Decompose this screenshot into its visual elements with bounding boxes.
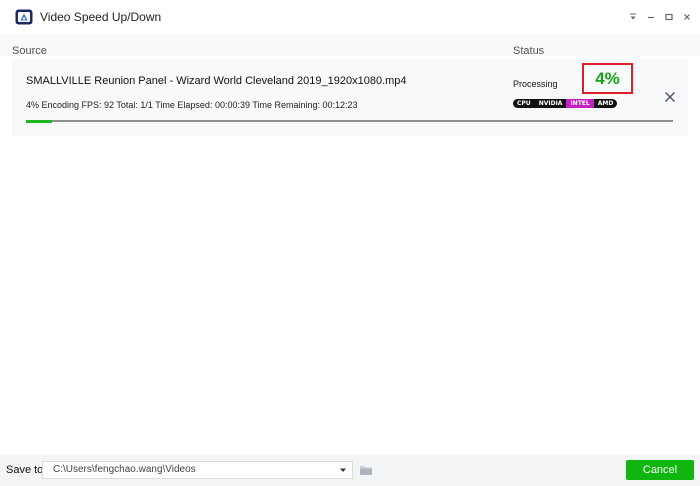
task-file-name: SMALLVILLE Reunion Panel - Wizard World … <box>26 75 407 87</box>
close-icon[interactable] <box>680 10 694 24</box>
save-path-value: C:\Users\fengchao.wang\Videos <box>53 464 196 475</box>
task-item: SMALLVILLE Reunion Panel - Wizard World … <box>12 59 688 136</box>
title-bar: Video Speed Up/Down <box>0 0 700 34</box>
app-logo-icon <box>15 9 33 25</box>
window-controls <box>626 10 694 24</box>
hw-badge-amd: AMD <box>597 100 614 107</box>
maximize-icon[interactable] <box>662 10 676 24</box>
save-path-select[interactable]: C:\Users\fengchao.wang\Videos <box>42 461 353 479</box>
bottom-bar: Save to: C:\Users\fengchao.wang\Videos C… <box>0 455 700 486</box>
save-to-label: Save to: <box>6 464 47 476</box>
hw-badge-cpu: CPU <box>517 100 531 107</box>
task-status: Processing <box>513 79 558 89</box>
menu-dropdown-icon[interactable] <box>626 10 640 24</box>
percent-highlight-box: 4% <box>582 63 633 94</box>
progress-bar <box>26 119 673 123</box>
hardware-acceleration-badges: CPU NVIDIA INTEL AMD <box>513 99 618 108</box>
status-column-header: Status <box>513 45 545 57</box>
folder-icon[interactable] <box>359 464 373 476</box>
source-column-header: Source <box>12 45 47 57</box>
window-title: Video Speed Up/Down <box>40 10 162 24</box>
hw-badge-intel: INTEL <box>566 99 594 108</box>
progress-bar-fill <box>26 119 52 123</box>
cancel-button[interactable]: Cancel <box>626 460 694 480</box>
column-headers: Source Status <box>0 34 700 57</box>
hw-badge-nvidia: NVIDIA <box>538 100 563 107</box>
task-progress-details: 4% Encoding FPS: 92 Total: 1/1 Time Elap… <box>26 100 358 110</box>
task-percent: 4% <box>595 68 620 88</box>
chevron-down-icon[interactable] <box>339 467 347 473</box>
minimize-icon[interactable] <box>644 10 658 24</box>
remove-task-icon[interactable] <box>663 90 677 104</box>
